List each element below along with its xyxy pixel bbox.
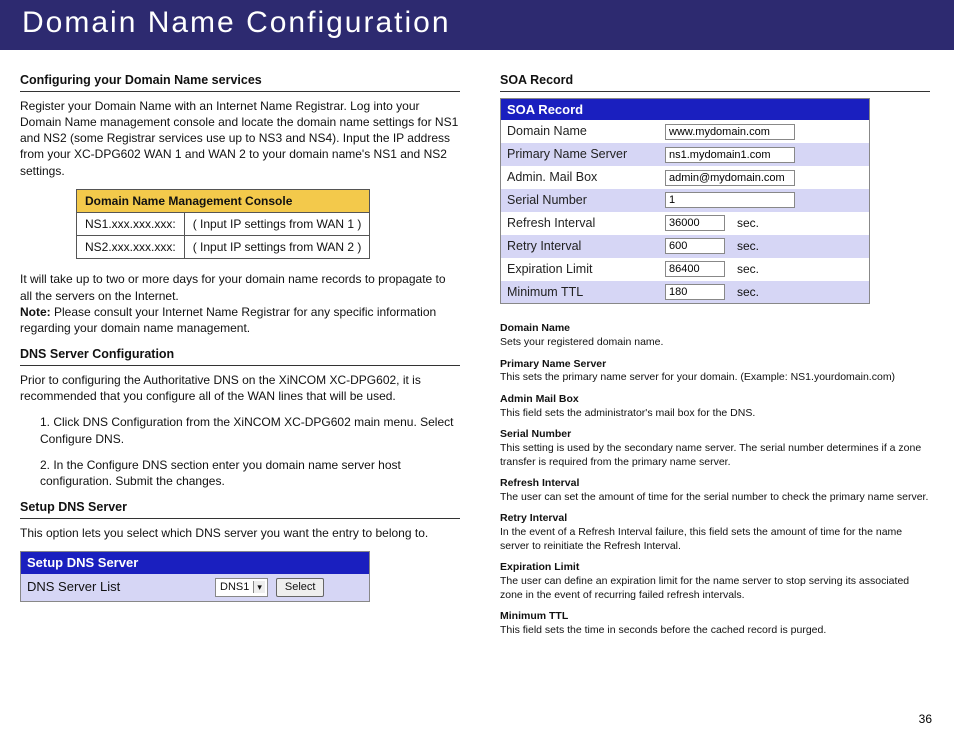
step-2: 2. In the Configure DNS section enter yo… (40, 457, 460, 489)
soa-field-input[interactable] (665, 238, 725, 254)
step-1: 1. Click DNS Configuration from the XiNC… (40, 414, 460, 446)
unit-label: sec. (737, 238, 759, 254)
divider (20, 91, 460, 92)
soa-field-label: Domain Name (507, 123, 657, 140)
note-text: Note: Please consult your Internet Name … (20, 304, 460, 336)
description-title: Refresh Interval (500, 477, 930, 491)
description-body: This sets the primary name server for yo… (500, 371, 930, 385)
soa-field-input[interactable] (665, 170, 795, 186)
unit-label: sec. (737, 284, 759, 300)
select-button[interactable]: Select (276, 578, 325, 597)
soa-row: Primary Name Server (501, 143, 869, 166)
soa-row: Domain Name (501, 120, 869, 143)
soa-row: Expiration Limit sec. (501, 258, 869, 281)
soa-panel-header: SOA Record (501, 99, 869, 121)
soa-field-label: Refresh Interval (507, 215, 657, 232)
description-body: The user can define an expiration limit … (500, 575, 930, 602)
setup-dns-panel-header: Setup DNS Server (21, 552, 369, 574)
page-number: 36 (919, 712, 932, 726)
soa-field-label: Primary Name Server (507, 146, 657, 163)
page-title: Domain Name Configuration (0, 0, 954, 50)
description-body: In the event of a Refresh Interval failu… (500, 526, 930, 553)
content-area: Configuring your Domain Name services Re… (0, 50, 954, 640)
console-cell: ( Input IP settings from WAN 1 ) (184, 213, 370, 236)
section-dns-config-title: DNS Server Configuration (20, 346, 460, 363)
section-configuring-body: Register your Domain Name with an Intern… (20, 98, 460, 179)
description-title: Serial Number (500, 428, 930, 442)
description-title: Expiration Limit (500, 561, 930, 575)
soa-row: Serial Number (501, 189, 869, 212)
console-header: Domain Name Management Console (77, 189, 370, 212)
soa-row: Minimum TTL sec. (501, 281, 869, 304)
right-column: SOA Record SOA Record Domain Name Primary… (500, 66, 930, 640)
table-row: NS2.xxx.xxx.xxx: ( Input IP settings fro… (77, 236, 370, 259)
left-column: Configuring your Domain Name services Re… (20, 66, 460, 640)
console-cell: NS2.xxx.xxx.xxx: (77, 236, 185, 259)
console-table: Domain Name Management Console NS1.xxx.x… (76, 189, 370, 260)
description-title: Minimum TTL (500, 610, 930, 624)
soa-row: Admin. Mail Box (501, 166, 869, 189)
section-setup-dns-body: This option lets you select which DNS se… (20, 525, 460, 541)
soa-field-input[interactable] (665, 261, 725, 277)
description-body: This setting is used by the secondary na… (500, 442, 930, 469)
unit-label: sec. (737, 261, 759, 277)
divider (500, 91, 930, 92)
soa-field-input[interactable] (665, 192, 795, 208)
soa-field-label: Admin. Mail Box (507, 169, 657, 186)
section-dns-config-body: Prior to configuring the Authoritative D… (20, 372, 460, 404)
soa-field-input[interactable] (665, 215, 725, 231)
description-title: Primary Name Server (500, 358, 930, 372)
divider (20, 518, 460, 519)
soa-row: Refresh Interval sec. (501, 212, 869, 235)
soa-field-label: Minimum TTL (507, 284, 657, 301)
soa-field-input[interactable] (665, 124, 795, 140)
soa-descriptions: Domain NameSets your registered domain n… (500, 322, 930, 637)
console-cell: NS1.xxx.xxx.xxx: (77, 213, 185, 236)
dns-server-selected: DNS1 (220, 580, 249, 595)
soa-field-label: Expiration Limit (507, 261, 657, 278)
description-title: Retry Interval (500, 512, 930, 526)
description-title: Admin Mail Box (500, 393, 930, 407)
soa-row: Retry Interval sec. (501, 235, 869, 258)
description-title: Domain Name (500, 322, 930, 336)
console-cell: ( Input IP settings from WAN 2 ) (184, 236, 370, 259)
unit-label: sec. (737, 215, 759, 231)
section-soa-title: SOA Record (500, 72, 930, 89)
description-body: This field sets the administrator's mail… (500, 407, 930, 421)
soa-field-input[interactable] (665, 284, 725, 300)
section-setup-dns-title: Setup DNS Server (20, 499, 460, 516)
soa-field-label: Retry Interval (507, 238, 657, 255)
section-configuring-title: Configuring your Domain Name services (20, 72, 460, 89)
propagation-text: It will take up to two or more days for … (20, 271, 460, 303)
description-body: Sets your registered domain name. (500, 336, 930, 350)
soa-record-panel: SOA Record Domain Name Primary Name Serve… (500, 98, 870, 305)
dns-server-select[interactable]: DNS1 ▾ (215, 578, 268, 597)
note-body: Please consult your Internet Name Regist… (20, 305, 436, 335)
description-body: This field sets the time in seconds befo… (500, 624, 930, 638)
setup-dns-panel: Setup DNS Server DNS Server List DNS1 ▾ … (20, 551, 370, 601)
description-body: The user can set the amount of time for … (500, 491, 930, 505)
soa-field-label: Serial Number (507, 192, 657, 209)
chevron-down-icon: ▾ (253, 581, 265, 593)
table-row: NS1.xxx.xxx.xxx: ( Input IP settings fro… (77, 213, 370, 236)
note-label: Note: (20, 305, 51, 319)
setup-dns-row: DNS Server List DNS1 ▾ Select (21, 574, 369, 601)
dns-server-list-label: DNS Server List (27, 578, 207, 596)
divider (20, 365, 460, 366)
soa-field-input[interactable] (665, 147, 795, 163)
